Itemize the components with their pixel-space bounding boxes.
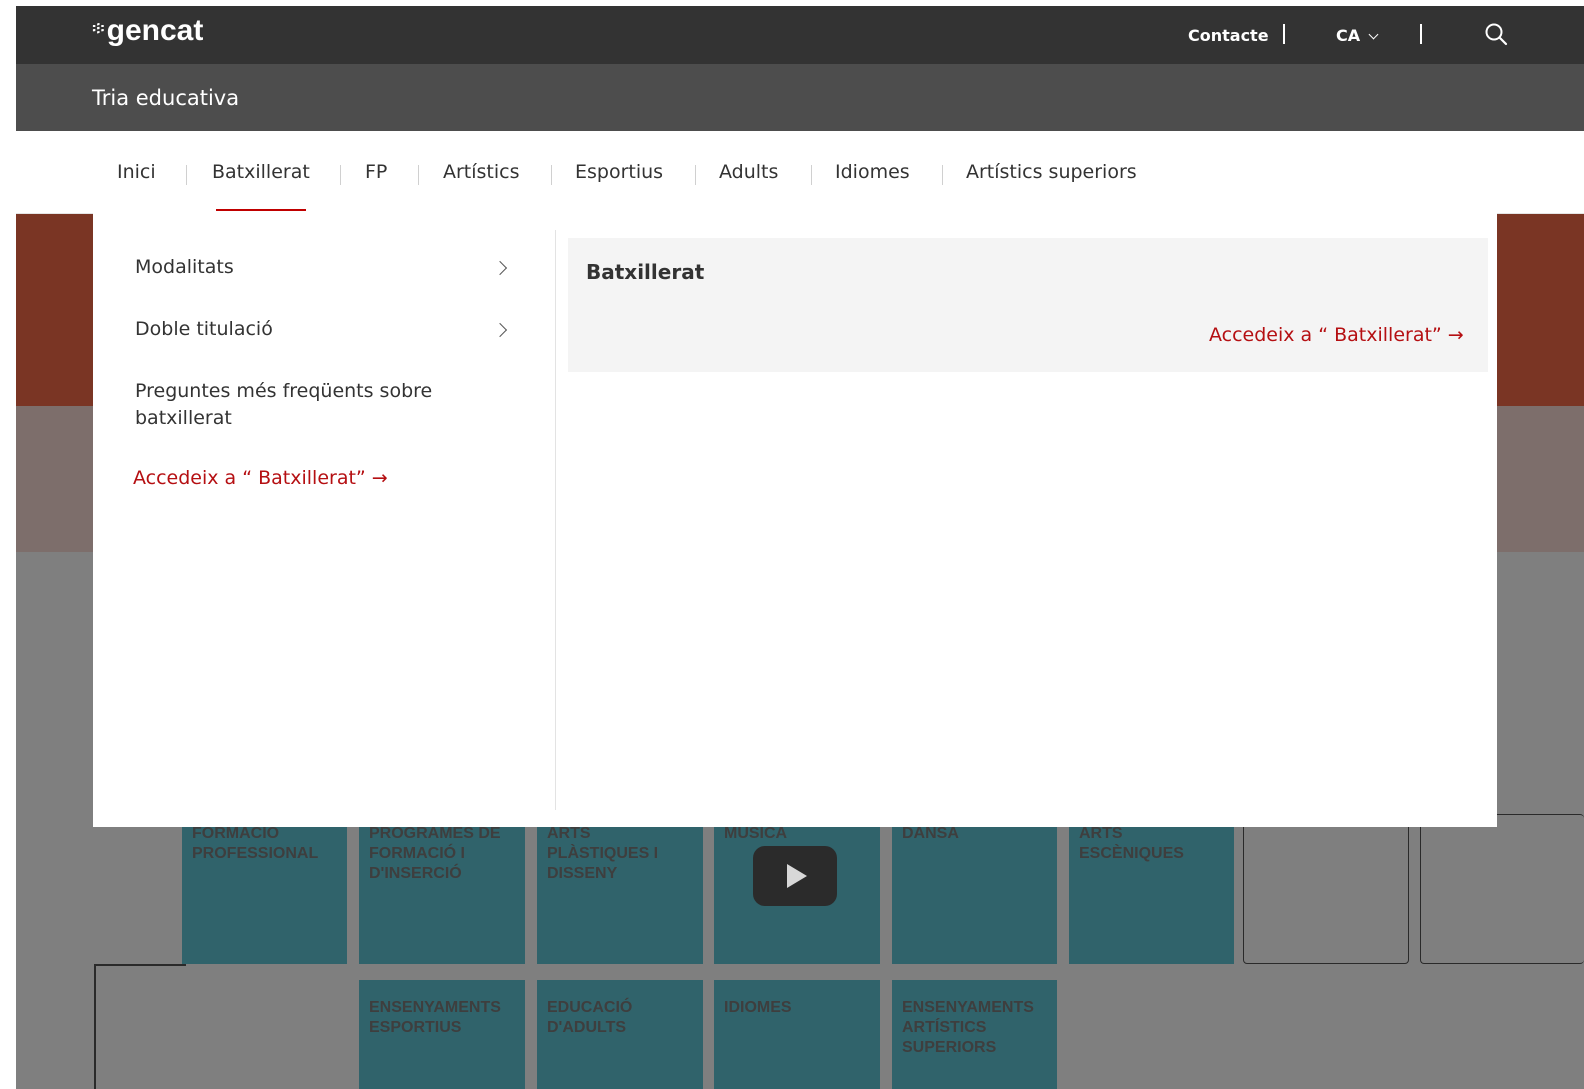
chevron-down-icon [1368,29,1379,40]
chevron-right-icon[interactable] [492,322,508,338]
main-nav: Inici Batxillerat FP Artístics Esportius… [16,131,1584,214]
gencat-logo[interactable]: ፨gencat [92,14,203,48]
nav-divider [551,165,552,185]
tile-educacio-adults[interactable]: EDUCACIÓ D'ADULTS [537,980,703,1089]
search-icon[interactable] [1484,22,1508,46]
nav-item-batxillerat[interactable]: Batxillerat [212,161,310,183]
panel-border [94,964,96,1089]
nav-divider [418,165,419,185]
batxillerat-card: Batxillerat Accedeix a “ Batxillerat” → [568,238,1488,372]
menu-item-preguntes-frequents[interactable]: Preguntes més freqüents sobre batxillera… [135,378,465,432]
tile-fp[interactable]: FORMACIÓ PROFESSIONAL [182,814,347,964]
nav-item-inici[interactable]: Inici [117,161,156,183]
site-subheader: Tria educativa [16,64,1584,131]
nav-item-idiomes[interactable]: Idiomes [835,161,910,183]
mega-menu-dropdown: Modalitats Doble titulació Preguntes més… [93,212,1497,827]
language-selector[interactable]: CA [1336,26,1379,45]
nav-item-esportius[interactable]: Esportius [575,161,663,183]
tile-label: ARTS ESCÈNIQUES [1079,825,1184,862]
site-title[interactable]: Tria educativa [92,86,239,110]
tile-dansa[interactable]: DANSA [892,814,1057,964]
tile-label: MÚSICA [724,825,788,842]
card-title: Batxillerat [586,260,705,284]
top-bar: ፨gencat Contacte CA [16,6,1584,64]
page-frame: FORMACIÓ PROFESSIONAL PROGRAMES DE FORMA… [16,6,1584,1089]
active-tab-indicator [216,209,306,211]
video-play-button[interactable] [753,846,837,906]
menu-item-modalitats[interactable]: Modalitats [135,254,465,281]
tile-label: PROGRAMES DE FORMACIÓ I D'INSERCIÓ [369,825,501,882]
logo-text: gencat [106,14,204,47]
tile-label: ARTS PLÀSTIQUES I DISSENY [547,825,659,882]
chevron-right-icon[interactable] [492,260,508,276]
tile-idiomes[interactable]: IDIOMES [714,980,880,1089]
tile-pfi[interactable]: PROGRAMES DE FORMACIÓ I D'INSERCIÓ [359,814,525,964]
tile-arts-esceniques[interactable]: ARTS ESCÈNIQUES [1069,814,1234,964]
play-icon [787,864,807,888]
tile-empty [1420,814,1584,964]
panel-border [94,964,186,966]
tile-label: FORMACIÓ PROFESSIONAL [192,825,319,862]
card-access-link[interactable]: Accedeix a “ Batxillerat” → [1209,324,1464,346]
tile-empty [1243,814,1409,964]
language-label: CA [1336,26,1361,45]
nav-divider [942,165,943,185]
divider [1420,24,1422,44]
tile-label: EDUCACIÓ D'ADULTS [547,999,633,1036]
nav-divider [811,165,812,185]
tile-label: ENSENYAMENTS ARTÍSTICS SUPERIORS [902,999,1034,1056]
tile-label: IDIOMES [724,999,792,1016]
nav-divider [695,165,696,185]
menu-item-doble-titulacio[interactable]: Doble titulació [135,316,465,343]
nav-item-adults[interactable]: Adults [719,161,778,183]
access-batxillerat-link[interactable]: Accedeix a “ Batxillerat” → [133,467,388,489]
nav-item-artistics[interactable]: Artístics [443,161,520,183]
tile-ensenyaments-artistics-superiors[interactable]: ENSENYAMENTS ARTÍSTICS SUPERIORS [892,980,1057,1089]
tile-arts-plastiques[interactable]: ARTS PLÀSTIQUES I DISSENY [537,814,703,964]
nav-item-fp[interactable]: FP [365,161,387,183]
tile-label: DANSA [902,825,959,842]
logo-mark: ፨ [92,18,105,38]
divider [1283,24,1285,44]
nav-item-artistics-superiors[interactable]: Artístics superiors [966,161,1137,183]
nav-divider [186,165,187,185]
tile-label: ENSENYAMENTS ESPORTIUS [369,999,501,1036]
menu-divider [555,230,556,810]
nav-divider [340,165,341,185]
tile-ensenyaments-esportius[interactable]: ENSENYAMENTS ESPORTIUS [359,980,525,1089]
contact-link[interactable]: Contacte [1188,26,1269,45]
